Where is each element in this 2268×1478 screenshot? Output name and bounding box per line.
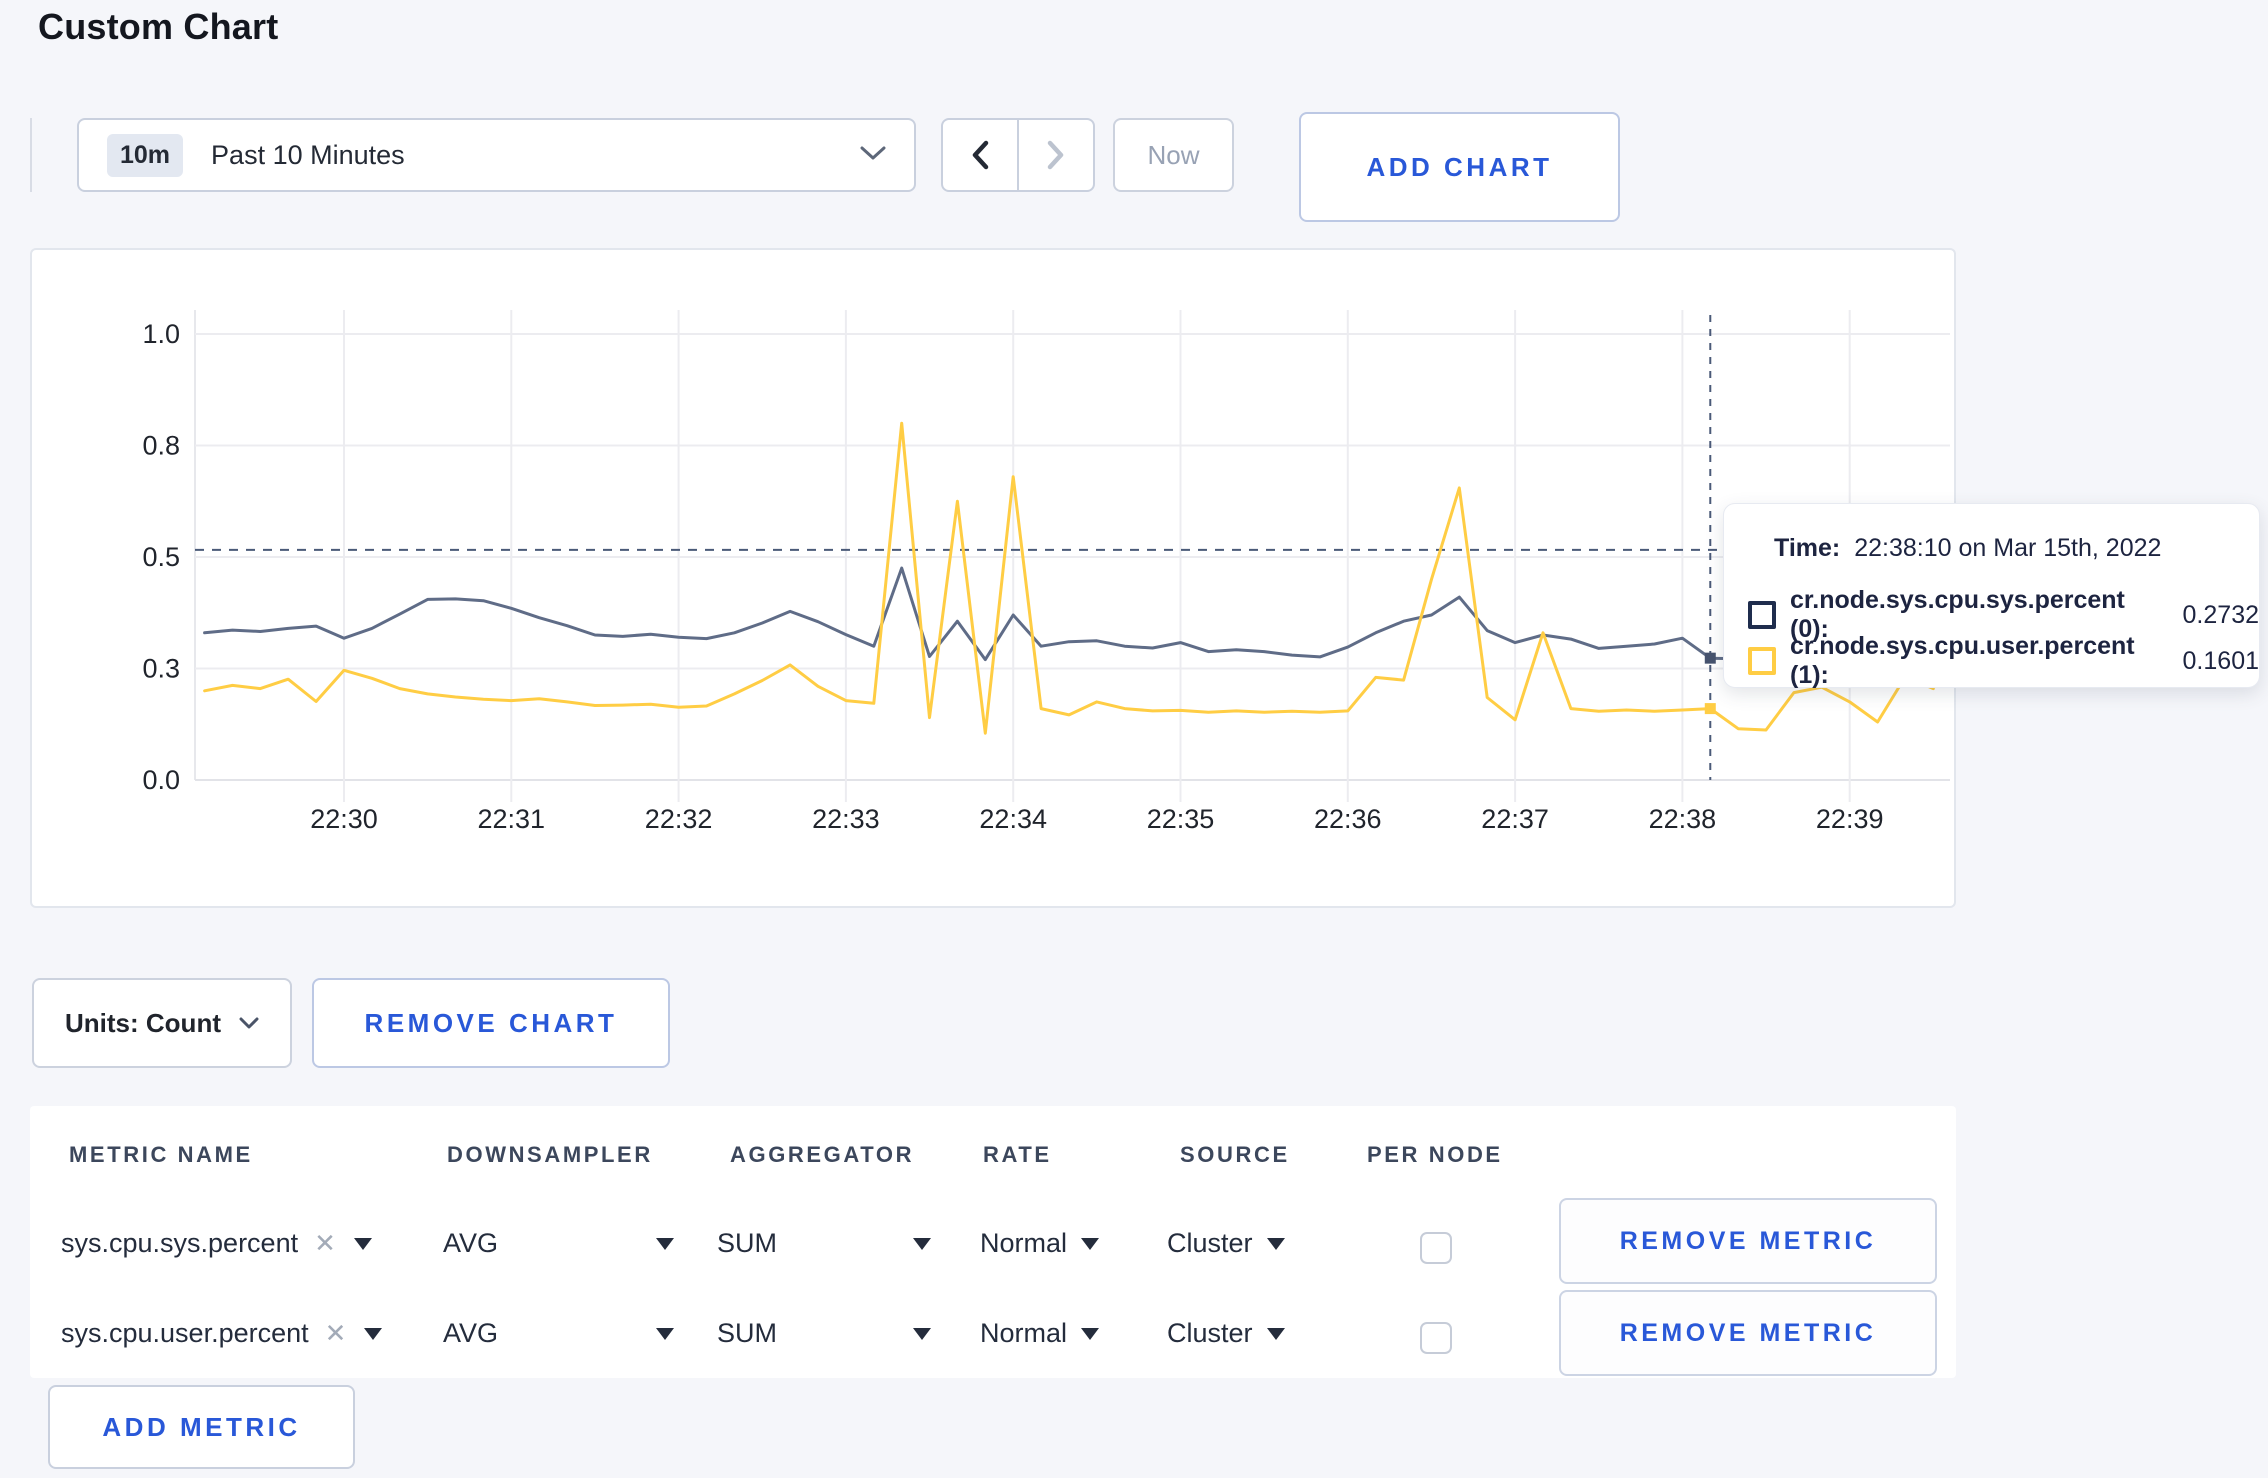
time-pager <box>941 118 1095 192</box>
svg-text:22:32: 22:32 <box>645 804 713 834</box>
source-value: Cluster <box>1167 1228 1253 1258</box>
svg-text:22:35: 22:35 <box>1147 804 1215 834</box>
downsampler-value: AVG <box>443 1318 499 1348</box>
remove-metric-button[interactable]: REMOVE METRIC <box>1559 1290 1937 1376</box>
source-value: Cluster <box>1167 1318 1253 1348</box>
remove-chart-button[interactable]: REMOVE CHART <box>312 978 670 1068</box>
tooltip-series-label: cr.node.sys.cpu.user.percent (1): <box>1790 632 2135 689</box>
toolbar-divider <box>30 118 32 192</box>
svg-text:22:37: 22:37 <box>1481 804 1549 834</box>
chevron-down-icon <box>239 1017 259 1028</box>
tooltip-time: Time: 22:38:10 on Mar 15th, 2022 <box>1774 534 2161 563</box>
svg-text:22:39: 22:39 <box>1816 804 1884 834</box>
add-metric-button[interactable]: ADD METRIC <box>48 1385 355 1469</box>
units-label: Units: Count <box>65 1007 221 1038</box>
source-select[interactable]: Cluster <box>1167 1228 1285 1259</box>
col-header-rate: RATE <box>983 1142 1052 1167</box>
svg-text:22:31: 22:31 <box>478 804 546 834</box>
chart-card: 0.0 0.3 0.5 0.8 1.0 22:30 22:31 22:32 22:33 22:34… <box>30 248 1956 908</box>
user-series-swatch-icon <box>1748 647 1776 675</box>
remove-metric-button[interactable]: REMOVE METRIC <box>1559 1198 1937 1284</box>
downsampler-value: AVG <box>443 1228 499 1258</box>
caret-down-icon <box>913 1327 931 1340</box>
tooltip-series-value: 0.1601 <box>2182 646 2259 675</box>
time-range-label: Past 10 Minutes <box>211 139 405 170</box>
caret-down-icon <box>913 1237 931 1250</box>
rate-select[interactable]: Normal <box>980 1228 1100 1259</box>
caret-down-icon[interactable] <box>353 1237 372 1250</box>
caret-down-icon <box>1081 1327 1100 1340</box>
per-node-checkbox[interactable] <box>1420 1322 1452 1354</box>
col-header-downsampler: DOWNSAMPLER <box>447 1142 653 1167</box>
tooltip-series-value: 0.2732 <box>2182 600 2259 629</box>
downsampler-select[interactable]: AVG <box>443 1318 675 1349</box>
timeseries-chart[interactable]: 0.0 0.3 0.5 0.8 1.0 22:30 22:31 22:32 22:33 22:34… <box>32 250 1958 910</box>
rate-select[interactable]: Normal <box>980 1318 1100 1349</box>
page-title: Custom Chart <box>38 6 279 47</box>
per-node-checkbox[interactable] <box>1420 1232 1452 1264</box>
svg-text:22:38: 22:38 <box>1649 804 1717 834</box>
metric-name-value: sys.cpu.sys.percent <box>61 1228 299 1258</box>
custom-chart-page: Custom Chart 10m Past 10 Minutes Now ADD… <box>0 0 2268 1478</box>
svg-text:22:33: 22:33 <box>812 804 880 834</box>
clear-metric-icon[interactable]: ✕ <box>314 1228 336 1259</box>
metric-name-dropdown[interactable]: sys.cpu.sys.percent ✕ <box>61 1228 372 1259</box>
svg-text:22:34: 22:34 <box>979 804 1047 834</box>
caret-down-icon <box>1266 1237 1285 1250</box>
tooltip-series-user: cr.node.sys.cpu.user.percent (1): 0.1601 <box>1748 632 2259 690</box>
col-header-per-node: PER NODE <box>1367 1142 1503 1167</box>
downsampler-select[interactable]: AVG <box>443 1228 675 1259</box>
col-header-source: SOURCE <box>1180 1142 1290 1167</box>
svg-text:0.0: 0.0 <box>142 765 180 795</box>
add-chart-button[interactable]: ADD CHART <box>1299 112 1620 222</box>
prev-interval-button[interactable] <box>943 120 1019 190</box>
sys-series-swatch-icon <box>1748 601 1776 629</box>
aggregator-select[interactable]: SUM <box>717 1318 931 1349</box>
time-range-selector[interactable]: 10m Past 10 Minutes <box>77 118 916 192</box>
aggregator-value: SUM <box>717 1318 777 1348</box>
metric-name-dropdown[interactable]: sys.cpu.user.percent ✕ <box>61 1318 383 1349</box>
svg-text:1.0: 1.0 <box>142 319 180 349</box>
source-select[interactable]: Cluster <box>1167 1318 1285 1349</box>
tooltip-time-label: Time: <box>1774 534 1841 562</box>
svg-text:0.5: 0.5 <box>142 542 180 572</box>
aggregator-select[interactable]: SUM <box>717 1228 931 1259</box>
aggregator-value: SUM <box>717 1228 777 1258</box>
chart-tooltip: Time: 22:38:10 on Mar 15th, 2022 cr.node.… <box>1723 503 2260 690</box>
caret-down-icon <box>656 1237 675 1250</box>
rate-value: Normal <box>980 1318 1068 1348</box>
next-interval-button[interactable] <box>1019 120 1093 190</box>
col-header-metric-name: METRIC NAME <box>69 1142 253 1167</box>
now-button[interactable]: Now <box>1113 118 1234 192</box>
svg-text:22:30: 22:30 <box>310 804 378 834</box>
col-header-aggregator: AGGREGATOR <box>730 1142 915 1167</box>
units-dropdown[interactable]: Units: Count <box>32 978 292 1068</box>
time-range-badge: 10m <box>107 133 184 177</box>
svg-text:0.3: 0.3 <box>142 654 180 684</box>
caret-down-icon[interactable] <box>364 1327 383 1340</box>
caret-down-icon <box>656 1327 675 1340</box>
tooltip-time-value: 22:38:10 on Mar 15th, 2022 <box>1854 534 2162 562</box>
caret-down-icon <box>1081 1237 1100 1250</box>
caret-down-icon <box>1266 1327 1285 1340</box>
svg-text:0.8: 0.8 <box>142 431 180 461</box>
chevron-down-icon <box>860 145 886 166</box>
metric-name-value: sys.cpu.user.percent <box>61 1318 309 1348</box>
rate-value: Normal <box>980 1228 1068 1258</box>
clear-metric-icon[interactable]: ✕ <box>325 1318 347 1349</box>
svg-text:22:36: 22:36 <box>1314 804 1382 834</box>
